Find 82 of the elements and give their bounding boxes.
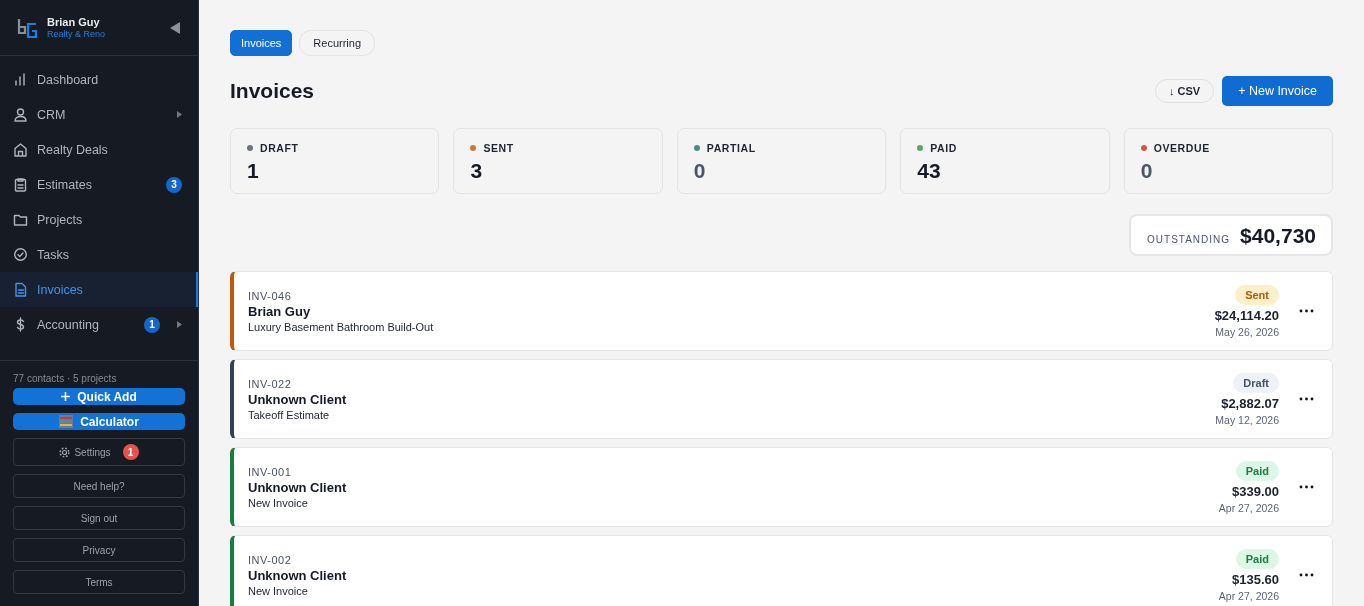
settings-button[interactable]: Settings 1 — [13, 438, 185, 466]
more-icon — [1299, 485, 1314, 489]
stat-value: 0 — [693, 160, 707, 181]
count-badge: 3 — [166, 176, 182, 193]
invoice-card[interactable]: INV-022 Unknown Client Takeoff Estimate Draft $2,882.07 May 12, 2026 — [230, 359, 1333, 439]
stat-label: PARTIAL — [706, 142, 756, 154]
client-name: Unknown Client — [248, 391, 348, 407]
stat-label: SENT — [483, 142, 514, 154]
tab[interactable]: Recurring — [299, 30, 376, 56]
plus-icon — [61, 392, 71, 401]
csv-export-button[interactable]: ↓ CSV — [1154, 79, 1215, 103]
person-icon — [13, 107, 28, 122]
stat-value: 1 — [247, 160, 260, 181]
sidebar-link-button[interactable]: Terms — [13, 570, 185, 594]
folder-icon — [13, 212, 28, 227]
sidebar-item[interactable]: Realty Deals — [0, 132, 198, 167]
invoice-amount: $339.00 — [1232, 483, 1279, 499]
brand-tagline: Realty & Reno — [47, 29, 107, 39]
sidebar-link-button[interactable]: Sign out — [13, 506, 185, 530]
more-icon — [1299, 309, 1314, 313]
calculator-button[interactable]: Calculator — [13, 413, 185, 430]
invoice-date: May 12, 2026 — [1215, 413, 1279, 426]
invoice-card[interactable]: INV-001 Unknown Client New Invoice Paid $339.00 Apr 27, 2026 — [230, 447, 1333, 527]
brand-name: Brian Guy — [47, 16, 101, 28]
invoice-card[interactable]: INV-002 Unknown Client New Invoice Paid $135.60 Apr 27, 2026 — [230, 535, 1333, 606]
tab[interactable]: Invoices — [230, 30, 293, 56]
page-title: Invoices — [230, 79, 316, 103]
invoice-number: INV-002 — [248, 553, 293, 566]
more-icon — [1299, 573, 1314, 577]
invoice-number: INV-046 — [248, 289, 293, 302]
sidebar-item[interactable]: Accounting 1 — [0, 307, 198, 342]
invoice-date: May 26, 2026 — [1215, 325, 1279, 338]
invoice-date: Apr 27, 2026 — [1218, 589, 1279, 602]
sidebar-item[interactable]: Dashboard — [0, 62, 198, 97]
sidebar-link-button[interactable]: Need help? — [13, 474, 185, 498]
sidebar-item[interactable]: Tasks — [0, 237, 198, 272]
invoice-description: Luxury Basement Bathroom Build-Out — [248, 320, 435, 333]
abacus-icon — [59, 415, 74, 428]
status-badge: Paid — [1235, 460, 1279, 481]
invoice-number: INV-001 — [248, 465, 293, 478]
collapse-icon — [170, 21, 180, 34]
status-badge: Draft — [1233, 372, 1279, 393]
invoice-date: Apr 27, 2026 — [1218, 501, 1279, 514]
invoice-description: New Invoice — [248, 584, 309, 597]
sidebar-item[interactable]: Invoices — [0, 272, 198, 307]
stat-label: DRAFT — [260, 142, 299, 154]
stat-value: 43 — [917, 160, 942, 181]
more-icon — [1299, 397, 1314, 401]
sidebar-item[interactable]: Projects — [0, 202, 198, 237]
invoice-card[interactable]: INV-046 Brian Guy Luxury Basement Bathroom Build-Out Sent $24,114.20 May 26, 2026 — [230, 271, 1333, 351]
alert-badge: 1 — [122, 444, 139, 460]
count-badge: 1 — [144, 316, 160, 333]
status-badge: Sent — [1235, 284, 1279, 305]
client-name: Brian Guy — [248, 303, 312, 319]
new-invoice-button[interactable]: + New Invoice — [1222, 76, 1333, 106]
bar-chart-icon — [13, 72, 28, 87]
invoice-description: New Invoice — [248, 496, 309, 509]
sidebar-link-button[interactable]: Privacy — [13, 538, 185, 562]
stat-value: 0 — [1140, 160, 1154, 181]
gear-icon — [59, 446, 71, 458]
stat-label: OVERDUE — [1153, 142, 1210, 154]
stat-value: 3 — [470, 160, 484, 181]
invoice-amount: $2,882.07 — [1221, 395, 1279, 411]
client-name: Unknown Client — [248, 567, 348, 583]
summary-text: 77 contacts · 5 projects — [13, 373, 118, 384]
check-circle-icon — [13, 247, 28, 262]
sidebar-item[interactable]: Estimates 3 — [0, 167, 198, 202]
document-icon — [13, 282, 28, 297]
status-badge: Paid — [1235, 548, 1279, 569]
outstanding-value: $40,730 — [1240, 224, 1316, 248]
invoice-amount: $24,114.20 — [1214, 307, 1279, 323]
clipboard-icon — [13, 177, 28, 192]
quick-add-button[interactable]: Quick Add — [13, 388, 185, 405]
sidebar-item[interactable]: CRM — [0, 97, 198, 132]
outstanding-label: OUTSTANDING — [1147, 234, 1231, 245]
invoice-number: INV-022 — [248, 377, 293, 390]
client-name: Unknown Client — [248, 479, 348, 495]
logo-icon — [16, 16, 38, 39]
house-icon — [13, 142, 28, 157]
invoice-description: Takeoff Estimate — [248, 408, 331, 421]
invoice-amount: $135.60 — [1232, 571, 1279, 587]
stat-label: PAID — [930, 142, 957, 154]
